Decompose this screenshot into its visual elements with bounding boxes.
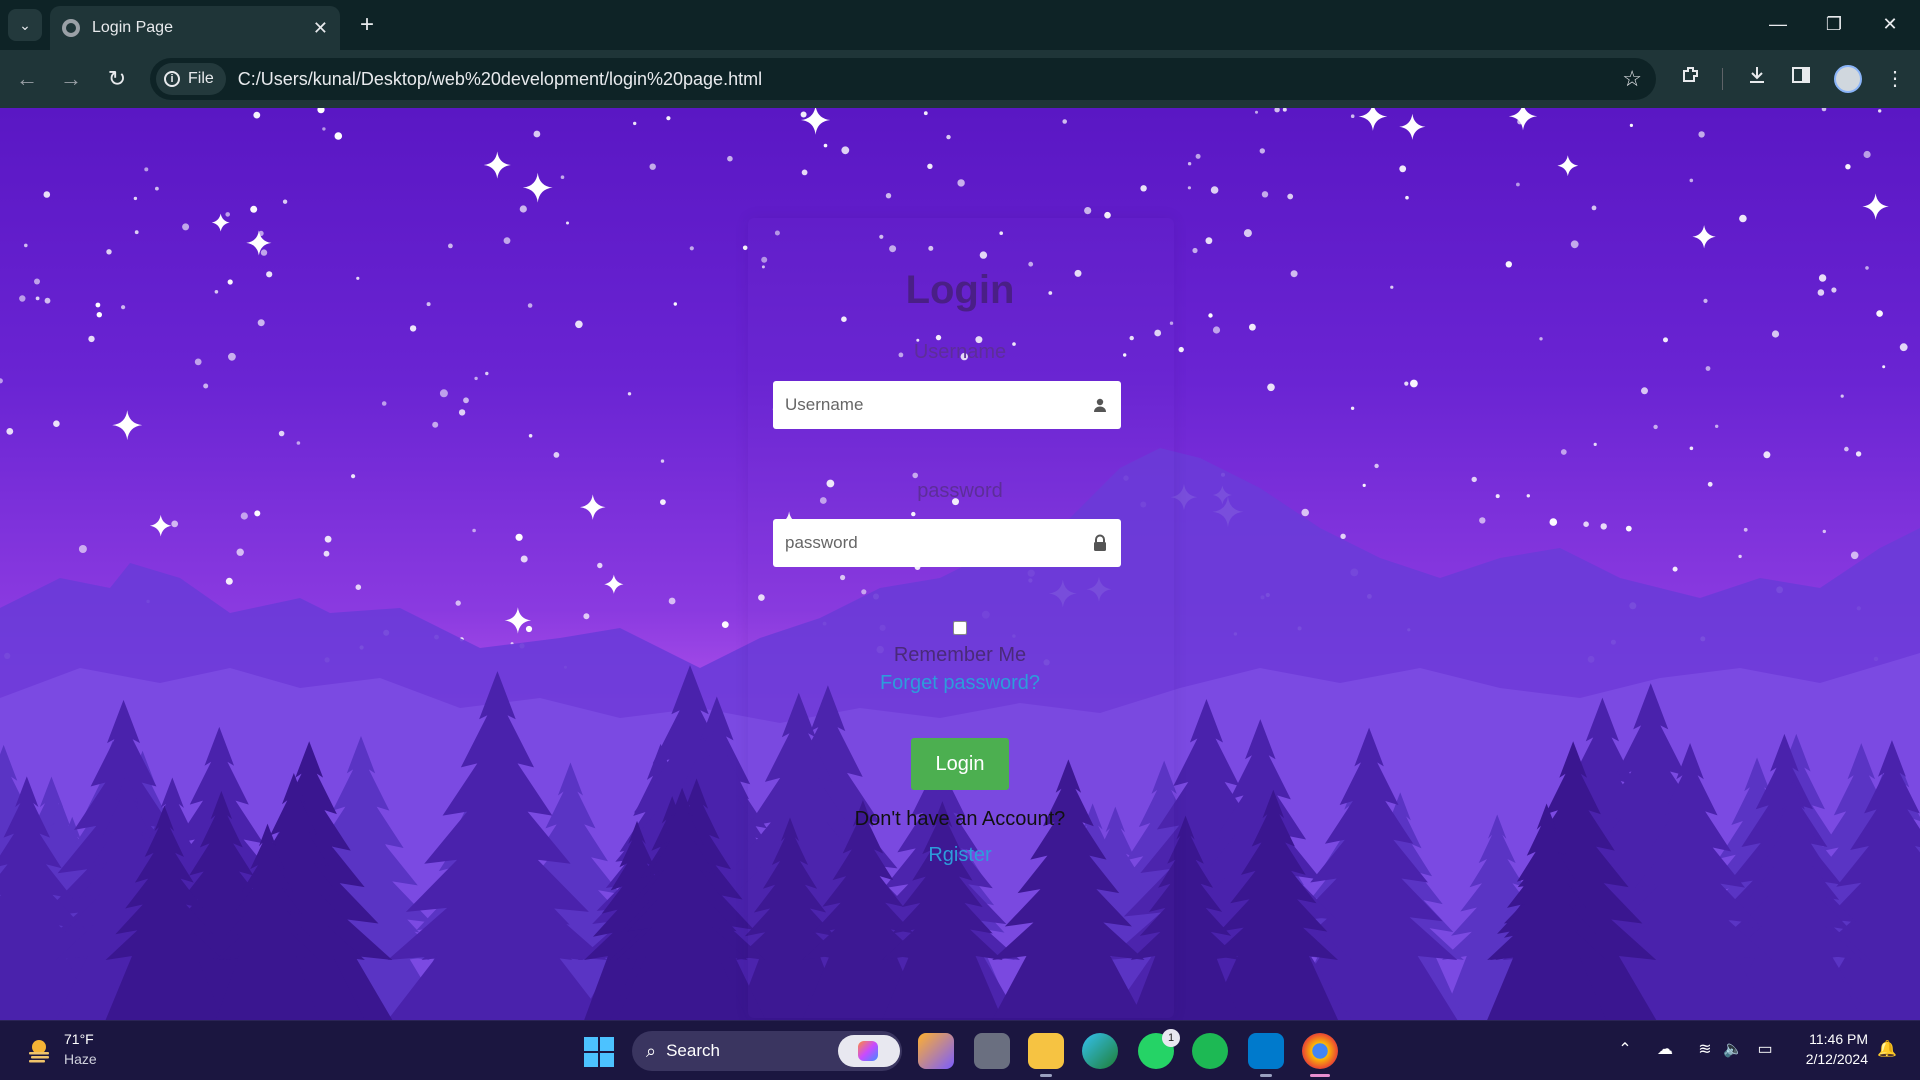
haze-weather-icon[interactable] <box>24 1035 54 1065</box>
start-button[interactable] <box>584 1037 614 1067</box>
no-account-text: Don't have an Account? <box>854 808 1066 830</box>
username-label: Username <box>913 341 1007 363</box>
side-panel-icon <box>1792 67 1810 83</box>
star-icon[interactable]: ☆ <box>1622 66 1642 92</box>
minimize-button[interactable]: — <box>1758 8 1798 40</box>
menu-button[interactable]: ⋮ <box>1880 64 1910 94</box>
edge-browser-icon[interactable] <box>1082 1033 1118 1069</box>
password-field[interactable] <box>773 519 1121 567</box>
password-label: password <box>917 480 1003 502</box>
taskbar-search-label: Search <box>666 1041 720 1060</box>
toolbar-divider <box>1722 68 1723 90</box>
kebab-menu-icon: ⋮ <box>1885 68 1905 90</box>
chrome-icon[interactable] <box>1302 1033 1338 1077</box>
username-input[interactable] <box>785 395 1091 415</box>
search-icon: ⌕ <box>646 1040 657 1061</box>
password-input[interactable] <box>785 533 1091 553</box>
tab-login-page[interactable]: Login Page ✕ <box>50 6 340 50</box>
user-icon <box>1091 396 1109 414</box>
tab-strip: ⌄ Login Page ✕ + — ❐ ✕ <box>0 0 1920 50</box>
downloads-button[interactable] <box>1742 64 1772 94</box>
running-indicator <box>1040 1074 1052 1077</box>
volume-icon[interactable]: 🔈 <box>1722 1039 1744 1061</box>
windows-logo-icon <box>584 1037 598 1051</box>
globe-icon <box>62 19 80 37</box>
notification-badge: 1 <box>1162 1029 1180 1047</box>
browser-toolbar: ← → ↻ i File C:/Users/kunal/Desktop/web%… <box>0 50 1920 108</box>
running-indicator <box>1260 1074 1272 1077</box>
url-text[interactable]: C:/Users/kunal/Desktop/web%20development… <box>238 69 1622 90</box>
reload-icon: ↻ <box>107 66 127 91</box>
info-icon: i <box>164 71 180 87</box>
chevron-up-icon[interactable]: ⌃ <box>1614 1039 1636 1061</box>
remember-me-checkbox[interactable] <box>953 621 967 635</box>
tab-title: Login Page <box>92 19 173 36</box>
reload-button[interactable]: ↻ <box>102 64 132 94</box>
close-icon[interactable]: ✕ <box>313 18 328 39</box>
taskbar: 71°F Haze ⌕ Search 1 ⌃ ☁ ≋ 🔈 ▭ 11:46 PM … <box>0 1020 1920 1080</box>
tab-search-button[interactable]: ⌄ <box>8 9 42 41</box>
forward-button[interactable]: → <box>56 64 86 94</box>
weather-temperature[interactable]: 71°F <box>64 1031 94 1047</box>
lock-icon <box>1091 534 1109 552</box>
onedrive-error-icon[interactable]: ☁ <box>1654 1039 1676 1061</box>
copilot-icon[interactable] <box>838 1035 900 1067</box>
site-info-label: File <box>188 70 214 87</box>
login-card <box>748 218 1174 1018</box>
chevron-down-icon: ⌄ <box>19 16 31 33</box>
close-window-button[interactable]: ✕ <box>1870 8 1910 40</box>
register-link[interactable]: Rgister <box>0 844 1920 867</box>
login-heading: Login <box>905 268 1015 312</box>
extensions-button[interactable] <box>1676 64 1706 94</box>
download-icon <box>1750 67 1764 83</box>
profile-avatar[interactable] <box>1834 65 1862 93</box>
puzzle-icon <box>1683 67 1698 82</box>
new-tab-button[interactable]: + <box>352 10 382 40</box>
back-button[interactable]: ← <box>12 64 42 94</box>
wifi-icon[interactable]: ≋ <box>1694 1039 1716 1061</box>
notification-bell-icon[interactable]: 🔔 <box>1876 1039 1898 1061</box>
clock-time[interactable]: 11:46 PM <box>1792 1031 1868 1047</box>
address-bar[interactable]: i File C:/Users/kunal/Desktop/web%20deve… <box>150 58 1656 100</box>
copilot-pre-app-icon[interactable] <box>918 1033 954 1069</box>
task-view-icon[interactable] <box>974 1033 1010 1069</box>
spotify-icon[interactable] <box>1192 1033 1228 1069</box>
arrow-left-icon: ← <box>16 66 38 91</box>
arrow-right-icon: → <box>60 66 82 91</box>
restore-button[interactable]: ❐ <box>1814 8 1854 40</box>
active-indicator <box>1310 1074 1330 1077</box>
vscode-icon[interactable] <box>1248 1033 1284 1077</box>
username-field[interactable] <box>773 381 1121 429</box>
battery-icon[interactable]: ▭ <box>1754 1039 1776 1061</box>
side-panel-button[interactable] <box>1786 64 1816 94</box>
login-button[interactable]: Login <box>911 738 1009 790</box>
forgot-password-link[interactable]: Forget password? <box>0 672 1920 695</box>
weather-condition[interactable]: Haze <box>64 1051 97 1067</box>
site-info-chip[interactable]: i File <box>156 63 226 95</box>
whatsapp-icon[interactable]: 1 <box>1138 1029 1180 1069</box>
remember-me-label: Remember Me <box>893 644 1027 666</box>
page-viewport: Login Username password Remember Me Forg… <box>0 108 1920 1020</box>
clock-date[interactable]: 2/12/2024 <box>1792 1051 1868 1067</box>
file-explorer-icon[interactable] <box>1028 1033 1064 1077</box>
